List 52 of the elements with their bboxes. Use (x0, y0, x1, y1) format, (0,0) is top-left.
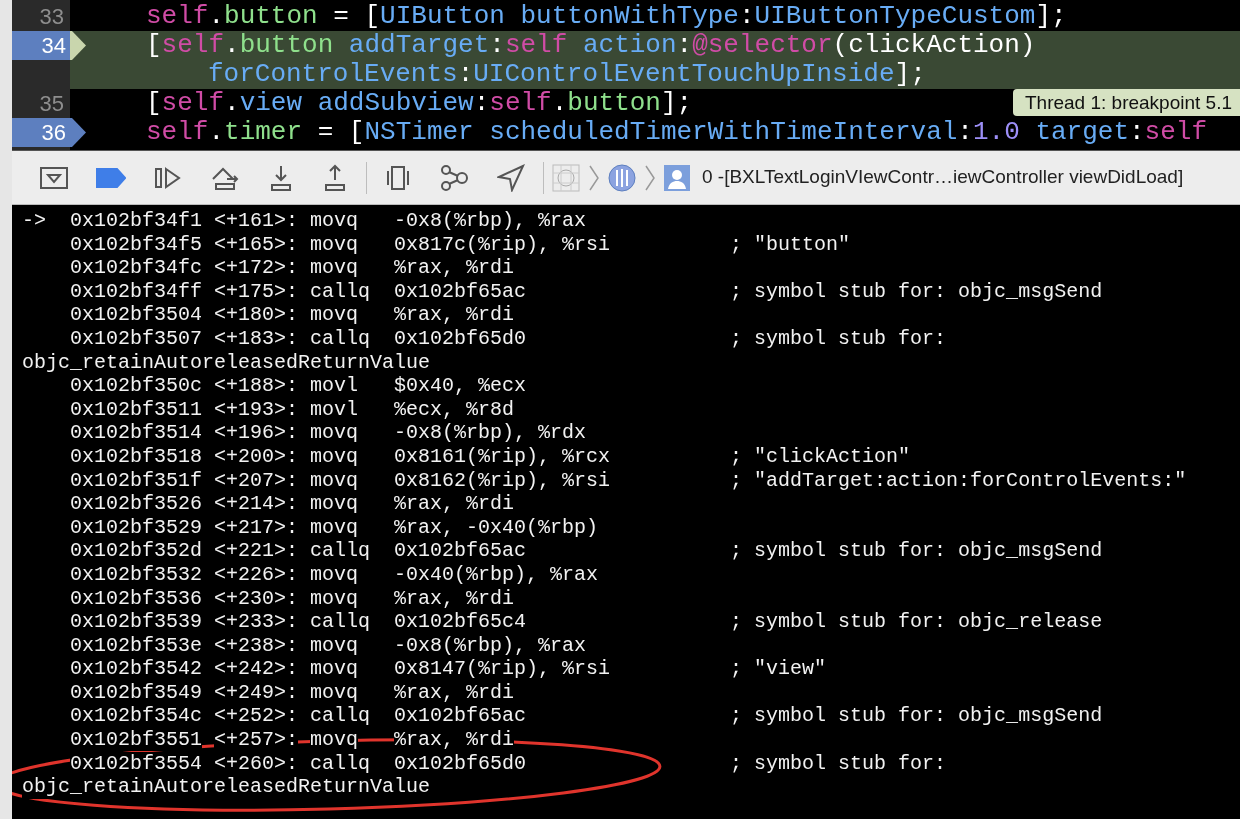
comment-text: ; symbol stub for: objc_msgSend (730, 279, 1103, 304)
step-out-icon[interactable] (322, 163, 348, 192)
operands-text: -0x8(%rbp), %rax (394, 633, 587, 657)
line-number: 35 (38, 90, 65, 118)
code-line: forControlEvents:UIControlEventTouchUpInside]; (207, 60, 926, 89)
code-line: self.button = [UIButton buttonWithType:UIButtonTypeCustom]; (145, 2, 1067, 31)
operands-text: 0x8161(%rip), %rcx (394, 444, 611, 468)
operands-text: 0x8147(%rip), %rsi (394, 657, 611, 681)
code-line: [self.view addSubview:self.button]; (145, 89, 693, 118)
breakpoint-tooltip: Thread 1: breakpoint 5.1 (1012, 89, 1240, 116)
comment-text: ; "view" (730, 657, 827, 681)
location-icon[interactable] (497, 163, 525, 192)
continue-icon[interactable] (154, 165, 182, 190)
address-text: 0x102bf3551 (70, 728, 203, 752)
instruction-text: callq (310, 610, 371, 634)
instruction-text: callq (310, 539, 371, 563)
operands-text: %rax, %rdi (394, 303, 515, 327)
comment-text: ; "addTarget:action:forControlEvents:" (730, 468, 1187, 493)
operands-text: %rax, %rdi (394, 586, 515, 610)
operands-text: 0x817c(%rip), %rsi (394, 232, 611, 256)
operands-text: -0x40(%rbp), %rax (394, 562, 599, 586)
operands-text: %rax, %rdi (394, 728, 515, 752)
operands-text: -0x8(%rbp), %rax (394, 209, 587, 232)
memory-graph-icon[interactable] (439, 163, 469, 192)
code-line: self.timer = [NSTimer scheduledTimerWithTimeInterval:1.0 target:self (145, 118, 1208, 147)
view-hierarchy-icon[interactable] (385, 164, 411, 191)
operands-text: %rax, %rdi (394, 256, 515, 280)
comment-text: ; symbol stub for: objc_release (730, 610, 1103, 634)
breakpoint-marker[interactable]: 36 (12, 118, 86, 147)
operands-text: %rax, %rdi (394, 680, 515, 704)
comment-text: ; symbol stub for: objc_msgSend (730, 539, 1103, 563)
line-number: 33 (38, 3, 65, 31)
breakpoint-marker[interactable]: 34 (12, 31, 86, 60)
instruction-text: callq (310, 704, 371, 728)
step-into-icon[interactable] (268, 163, 294, 192)
operands-text: 0x8162(%rip), %rsi (394, 468, 611, 492)
operands-text: %rax, %rdi (394, 492, 515, 516)
comment-text: ; "button" (730, 232, 851, 257)
symbol-text: objc_retainAutoreleasedReturnValue (22, 775, 431, 799)
breakpoints-icon[interactable] (96, 167, 126, 188)
stack-frame-label: 0 -[BXLTextLoginVIewContr…iewController viewDidLoad] (702, 165, 1184, 190)
symbol-text: objc_retainAutoreleasedReturnValue (22, 350, 431, 375)
instruction-text: callq (310, 279, 371, 303)
comment-text: ; "clickAction" (730, 444, 911, 469)
user-icon[interactable] (664, 164, 690, 191)
operands-text: %ecx, %r8d (394, 397, 515, 421)
operands-text: -0x8(%rbp), %rdx (394, 421, 587, 445)
thread-icon[interactable] (608, 163, 636, 192)
operands-text: $0x40, %ecx (394, 374, 527, 398)
instruction-text: callq (310, 326, 371, 350)
code-line: [self.button addTarget:self action:@selector(clickAction) (145, 31, 1036, 60)
instruction-text: callq (310, 751, 371, 775)
